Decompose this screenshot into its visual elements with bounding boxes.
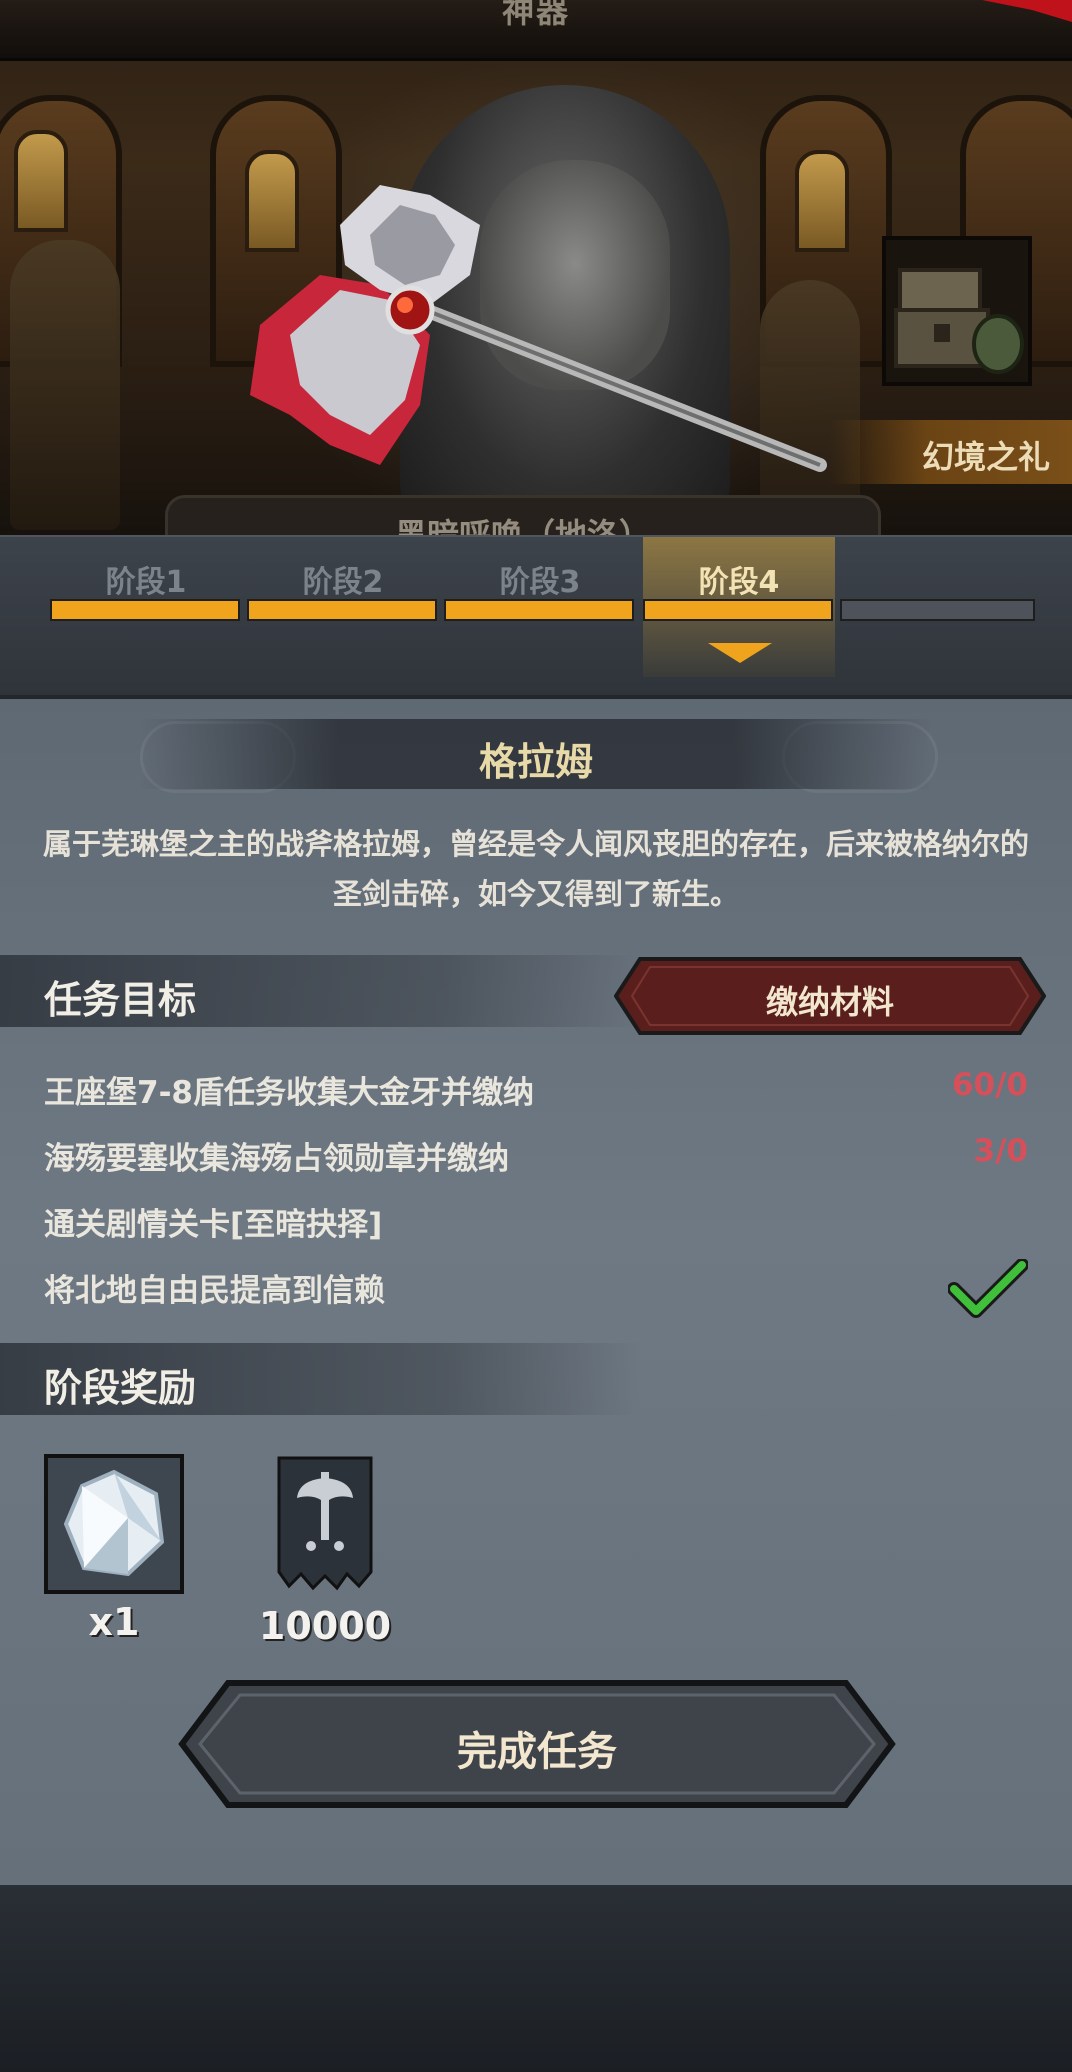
gift-banner[interactable]: 幻境之礼 [830,420,1072,484]
progress-segment-empty [840,599,1035,621]
submit-materials-button[interactable]: 缴纳材料 [614,957,1046,1035]
complete-task-label: 完成任务 [457,1729,617,1775]
submit-materials-label: 缴纳材料 [765,983,894,1021]
artifact-name: 黑暗呼唤（地洛） [394,516,651,535]
reward-qty: x1 [88,1600,140,1644]
axe-banner-icon [277,1456,373,1591]
artifact-scene: 幻境之礼 黑暗呼唤（地洛） 神器 [0,0,1072,535]
page-title: 神器 [501,0,570,30]
reward-item[interactable]: 10000 [255,1454,395,1648]
progress-segment [247,599,437,621]
reward-item[interactable]: x1 [44,1454,184,1644]
tasks-header-band: 任务目标 [0,955,640,1027]
task-text: 通关剧情关卡[至暗抉择] [44,1207,383,1243]
task-count: 60/0 [951,1067,1028,1103]
chest-icon [894,268,1024,374]
item-name: 格拉姆 [478,740,593,784]
reward-qty: 10000 [258,1604,392,1648]
check-icon [948,1259,1028,1318]
task-row: 将北地自由民提高到信赖 [44,1259,1028,1318]
gift-chest-button[interactable] [882,236,1032,386]
tab-stage-3[interactable]: 阶段3 [444,557,636,601]
task-count: 3/0 [973,1133,1028,1169]
stage-detail-panel: 格拉姆 属于芜琳堡之主的战斧格拉姆，曾经是令人闻风丧胆的存在，后来被格纳尔的圣剑… [0,695,1072,1889]
rewards-header-band: 阶段奖励 [0,1343,640,1415]
task-row: 王座堡7-8盾任务收集大金牙并缴纳 60/0 [44,1061,1028,1117]
task-text: 王座堡7-8盾任务收集大金牙并缴纳 [44,1075,535,1111]
background-window [14,130,68,232]
task-row: 通关剧情关卡[至暗抉择] [44,1193,1028,1249]
progress-segment [444,599,634,621]
bottom-strip [0,1885,1072,2072]
crystal-icon [44,1454,184,1594]
stage-tabs: 阶段1 阶段2 阶段3 阶段4 [0,535,1072,697]
rewards-section-title: 阶段奖励 [44,1366,197,1410]
item-description: 属于芜琳堡之主的战斧格拉姆，曾经是令人闻风丧胆的存在，后来被格纳尔的圣剑击碎，如… [42,827,1029,911]
tab-stage-2[interactable]: 阶段2 [247,557,439,601]
title-bar: 神器 [0,0,1072,61]
tab-stage-1[interactable]: 阶段1 [50,557,242,601]
task-text: 海殇要塞收集海殇占领勋章并缴纳 [44,1141,509,1177]
axe-artifact-icon [250,185,827,472]
tasks-section-title: 任务目标 [44,978,197,1022]
complete-task-button[interactable]: 完成任务 [178,1679,896,1809]
progress-segment [643,599,833,621]
artifact-name-plate: 黑暗呼唤（地洛） [165,495,881,535]
task-text: 将北地自由民提高到信赖 [44,1273,385,1309]
active-stage-arrow-icon [708,643,772,663]
tab-stage-4[interactable]: 阶段4 [643,557,835,601]
task-row: 海殇要塞收集海殇占领勋章并缴纳 3/0 [44,1127,1028,1183]
gift-label: 幻境之礼 [921,438,1050,476]
guard-silhouette [10,240,120,530]
corner-flag-icon [982,0,1072,22]
progress-segment [50,599,240,621]
